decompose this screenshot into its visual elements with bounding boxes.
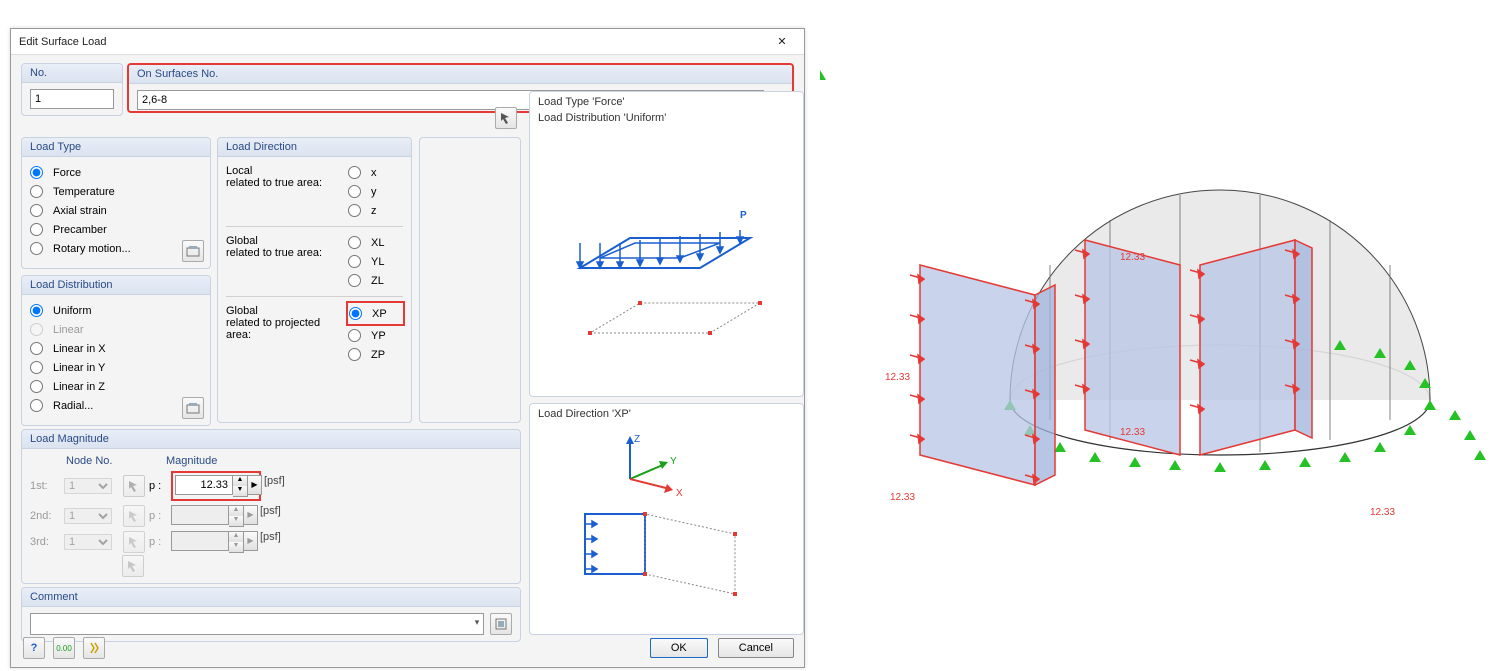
ok-button[interactable]: OK (650, 638, 708, 658)
svg-text:12.33: 12.33 (1370, 507, 1395, 518)
load-type-preview: Load Type 'Force' Load Distribution 'Uni… (529, 91, 804, 397)
pick-node-1-icon (123, 475, 145, 497)
dir-yl[interactable]: YL (348, 252, 403, 271)
global-projected-area-label: Global related to projected area: (226, 303, 348, 364)
load-type-library-icon[interactable] (182, 240, 204, 262)
direction-diagram-icon: Z Y X (530, 424, 805, 624)
load-distribution-group: Load Distribution Uniform Linear Linear … (21, 275, 211, 426)
pick-surfaces-icon[interactable] (495, 107, 517, 129)
load-dist-linear-z[interactable]: Linear in Z (30, 377, 202, 396)
dir-zl[interactable]: ZL (348, 271, 403, 290)
dir-zp[interactable]: ZP (348, 345, 403, 364)
svg-text:Z: Z (634, 434, 640, 445)
pick-extra-icon (122, 555, 144, 577)
col-magnitude: Magnitude (166, 455, 286, 467)
col-node-no: Node No. (66, 455, 136, 467)
spin-up-icon[interactable]: ▲ (233, 476, 247, 486)
model-viewport[interactable]: 12.33 12.33 (820, 70, 1500, 630)
svg-text:Y: Y (670, 456, 677, 467)
load-direction-group: Load Direction Local related to true are… (217, 137, 412, 423)
dir-y[interactable]: y (348, 182, 403, 201)
dir-xl[interactable]: XL (348, 233, 403, 252)
close-icon[interactable]: ✕ (768, 29, 796, 54)
load-magnitude-title: Load Magnitude (22, 430, 520, 449)
local-true-area-label: Local related to true area: (226, 163, 348, 220)
magnitude-input-2: ▲▼▶ (171, 505, 258, 527)
magnitude-input-1[interactable]: ▲▼ ▶ (175, 475, 262, 497)
dir-xp[interactable]: XP (349, 304, 402, 323)
preview1-line1: Load Type 'Force' (530, 92, 803, 112)
svg-text:12.33: 12.33 (885, 372, 910, 383)
load-type-precamber[interactable]: Precamber (30, 220, 202, 239)
svg-text:P: P (740, 210, 747, 221)
on-surfaces-label: On Surfaces No. (129, 65, 792, 84)
load-direction-title: Load Direction (218, 138, 411, 157)
load-direction-preview: Load Direction 'XP' Z Y X (529, 403, 804, 635)
no-input[interactable] (30, 89, 114, 109)
play-icon[interactable]: ▶ (248, 475, 262, 495)
aux-preview-panel (419, 137, 521, 423)
preview2-line1: Load Direction 'XP' (530, 404, 803, 424)
chevron-down-icon[interactable]: ▾ (475, 617, 480, 628)
no-label: No. (22, 64, 122, 83)
global-true-area-label: Global related to true area: (226, 233, 348, 290)
load-distribution-title: Load Distribution (22, 276, 210, 295)
load-type-group: Load Type Force Temperature Axial strain… (21, 137, 211, 269)
node-select-3: 1 (64, 534, 112, 550)
load-dist-uniform[interactable]: Uniform (30, 301, 202, 320)
magnitude-row-2: 2nd: 1 p : ▲▼▶ [psf] (30, 503, 512, 529)
help-icon[interactable]: ? (23, 637, 45, 659)
force-diagram-icon: P (530, 128, 805, 378)
cancel-button[interactable]: Cancel (718, 638, 794, 658)
magnitude-input-3: ▲▼▶ (171, 531, 258, 553)
load-type-axial-strain[interactable]: Axial strain (30, 201, 202, 220)
dialog-title: Edit Surface Load (19, 29, 106, 54)
units-icon[interactable]: 0.00 (53, 637, 75, 659)
dir-z[interactable]: z (348, 201, 403, 220)
load-type-force[interactable]: Force (30, 163, 202, 182)
magnitude-row-1: 1st: 1 p : ▲▼ ▶ [psf] (30, 469, 512, 503)
load-type-title: Load Type (22, 138, 210, 157)
spin-down-icon[interactable]: ▼ (233, 486, 247, 496)
no-group: No. (21, 63, 123, 116)
dir-x[interactable]: x (348, 163, 403, 182)
titlebar: Edit Surface Load ✕ (11, 29, 804, 55)
svg-text:12.33: 12.33 (890, 492, 915, 503)
favorites-icon[interactable] (83, 637, 105, 659)
dir-yp[interactable]: YP (348, 326, 403, 345)
svg-text:12.33: 12.33 (1120, 252, 1145, 263)
load-dist-radial[interactable]: Radial... (30, 396, 202, 415)
node-select-2: 1 (64, 508, 112, 524)
load-dist-linear: Linear (30, 320, 202, 339)
node-select-1: 1 (64, 478, 112, 494)
load-type-temperature[interactable]: Temperature (30, 182, 202, 201)
pick-node-3-icon (123, 531, 145, 553)
preview1-line2: Load Distribution 'Uniform' (530, 112, 803, 128)
load-dist-library-icon[interactable] (182, 397, 204, 419)
svg-text:12.33: 12.33 (1120, 427, 1145, 438)
svg-text:X: X (676, 488, 683, 499)
load-type-rotary-motion[interactable]: Rotary motion... (30, 239, 202, 258)
load-magnitude-group: Load Magnitude Node No. Magnitude 1st: 1… (21, 429, 521, 584)
pick-node-2-icon (123, 505, 145, 527)
magnitude-row-3: 3rd: 1 p : ▲▼▶ [psf] (30, 529, 512, 555)
edit-surface-load-dialog: Edit Surface Load ✕ No. On Surfaces No. … (10, 28, 805, 668)
button-bar: ? 0.00 OK Cancel (11, 629, 804, 667)
load-dist-linear-x[interactable]: Linear in X (30, 339, 202, 358)
load-dist-linear-y[interactable]: Linear in Y (30, 358, 202, 377)
comment-title: Comment (22, 588, 520, 607)
